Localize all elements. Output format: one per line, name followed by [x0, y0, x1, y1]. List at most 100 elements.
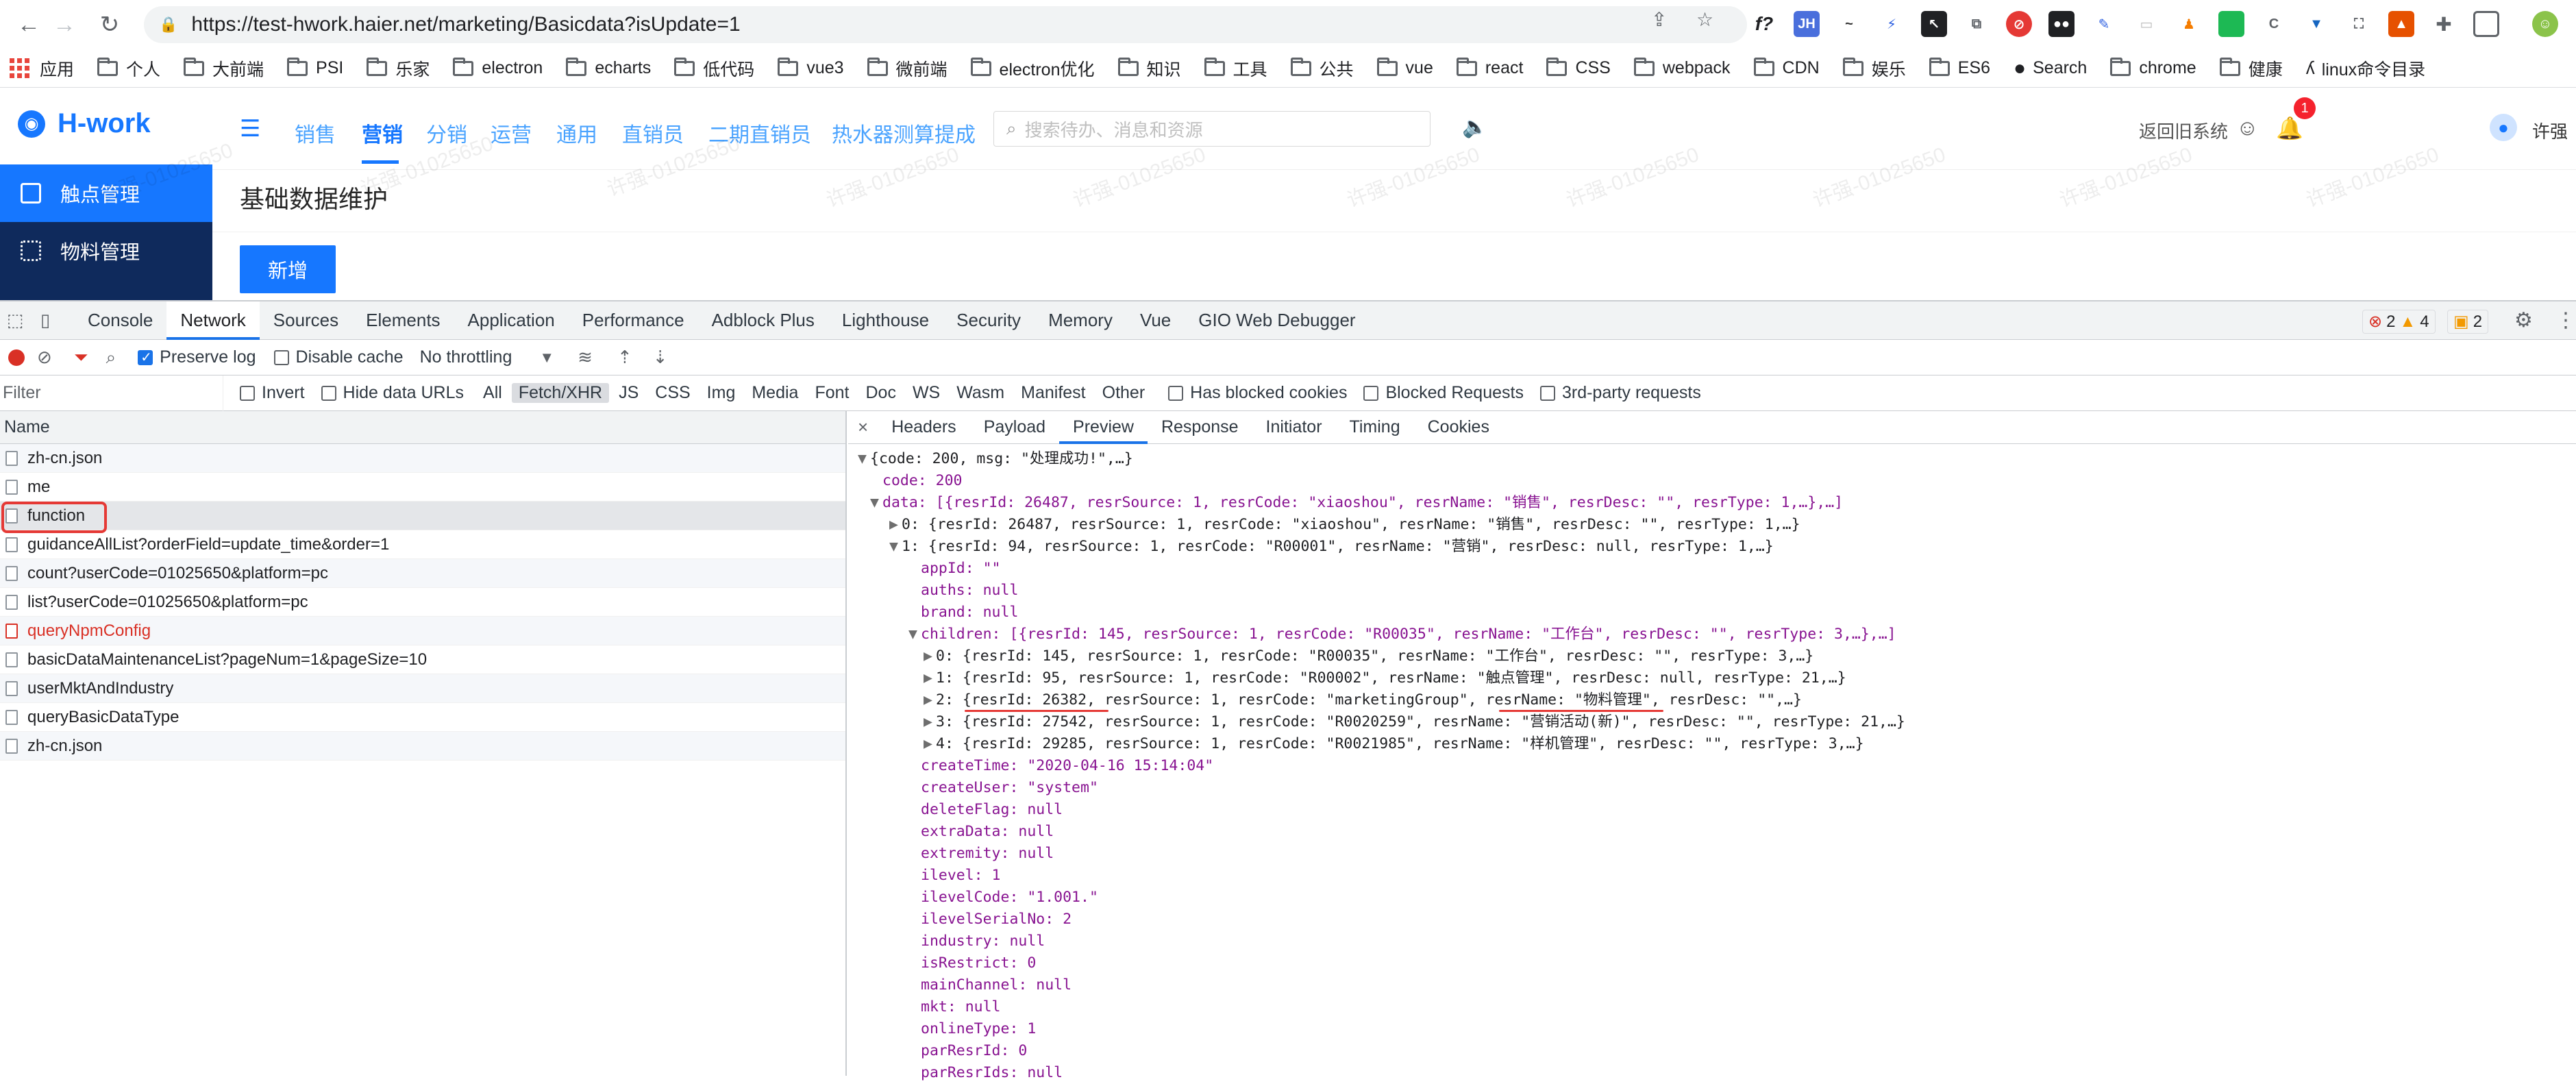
third-party-checkbox[interactable]: [1539, 385, 1555, 401]
name-column-header[interactable]: Name: [0, 411, 845, 444]
profile-avatar-icon[interactable]: ☺: [2532, 11, 2558, 37]
forward-icon[interactable]: →: [48, 8, 81, 41]
tab-payload[interactable]: Payload: [970, 411, 1059, 444]
expand-toggle-icon[interactable]: ▶: [924, 733, 936, 755]
expand-toggle-icon[interactable]: ▶: [924, 689, 936, 711]
filter-type-doc[interactable]: Doc: [858, 383, 902, 403]
tab-sources[interactable]: Sources: [260, 301, 352, 340]
more-menu-icon[interactable]: ⋮: [2555, 308, 2576, 332]
bookmark-folder[interactable]: 娱乐: [1842, 56, 1906, 81]
has-blocked-cookies-checkbox[interactable]: [1168, 385, 1184, 401]
bookmark-folder[interactable]: vue: [1376, 57, 1433, 78]
bookmark-link[interactable]: ʎ linux命令目录: [2306, 56, 2425, 81]
filter-type-img[interactable]: Img: [700, 383, 743, 403]
bookmark-star-icon[interactable]: ☆: [1696, 8, 1713, 31]
bell-icon[interactable]: 🔔: [2276, 115, 2303, 141]
app-logo[interactable]: ◉ H-work: [18, 108, 151, 139]
json-line[interactable]: ▼ {code: 200, msg: "处理成功!",…}: [848, 448, 2576, 470]
jh-extension-icon[interactable]: JH: [1794, 11, 1820, 37]
search-icon[interactable]: ⌕: [106, 347, 116, 369]
tab-security[interactable]: Security: [943, 301, 1035, 340]
monitor-extension-icon[interactable]: ▭: [2133, 11, 2159, 37]
nav-operations[interactable]: 运营: [491, 118, 532, 148]
tab-headers[interactable]: Headers: [878, 411, 970, 444]
sidepanel-icon[interactable]: [2473, 11, 2499, 37]
bookmark-folder[interactable]: 工具: [1204, 56, 1267, 81]
preserve-log-checkbox[interactable]: [138, 349, 153, 366]
cc-extension-icon[interactable]: C: [2261, 11, 2287, 37]
request-row[interactable]: zh-cn.json: [0, 444, 845, 473]
filter-type-wasm[interactable]: Wasm: [950, 383, 1011, 403]
tab-network[interactable]: Network: [166, 301, 260, 340]
filter-type-media[interactable]: Media: [745, 383, 805, 403]
person-extension-icon[interactable]: ♟: [2176, 11, 2202, 37]
bookmark-folder[interactable]: vue3: [778, 57, 844, 78]
request-row-error[interactable]: queryNpmConfig: [0, 617, 845, 645]
bookmark-folder[interactable]: react: [1456, 57, 1523, 78]
inspect-element-icon[interactable]: ⬚: [0, 310, 30, 331]
global-search-input[interactable]: ⌕ 搜索待办、消息和资源: [993, 111, 1431, 147]
network-conditions-icon[interactable]: ≋: [578, 347, 593, 368]
request-row[interactable]: userMktAndIndustry: [0, 674, 845, 703]
expand-toggle-icon[interactable]: ▶: [924, 667, 936, 689]
issues-badge[interactable]: ▣ 2: [2447, 310, 2489, 334]
vue-extension-icon[interactable]: ▼: [2303, 11, 2329, 37]
bookmark-folder[interactable]: electron优化: [970, 56, 1095, 81]
tab-preview[interactable]: Preview: [1059, 411, 1148, 444]
device-toolbar-icon[interactable]: ▯: [30, 310, 60, 331]
tab-lighthouse[interactable]: Lighthouse: [828, 301, 943, 340]
bookmark-folder[interactable]: chrome: [2110, 57, 2196, 78]
tab-application[interactable]: Application: [454, 301, 569, 340]
nav-sales[interactable]: 销售: [295, 118, 336, 148]
expand-toggle-icon[interactable]: ▼: [889, 536, 902, 558]
tab-adblock[interactable]: Adblock Plus: [698, 301, 828, 340]
json-line[interactable]: ▶ 1: {resrId: 95, resrSource: 1, resrCode…: [848, 667, 2576, 689]
speaker-icon[interactable]: 🔈: [1462, 115, 1487, 139]
bookmark-folder[interactable]: 知识: [1117, 56, 1181, 81]
request-row[interactable]: count?userCode=01025650&platform=pc: [0, 559, 845, 588]
back-icon[interactable]: ←: [12, 8, 45, 41]
bookmark-folder[interactable]: electron: [453, 57, 543, 78]
bookmark-folder[interactable]: 乐家: [367, 56, 430, 81]
filter-type-all[interactable]: All: [476, 383, 509, 403]
bookmark-link[interactable]: ● Search: [2014, 57, 2087, 80]
picker-extension-icon[interactable]: ✎: [2091, 11, 2117, 37]
filter-type-css[interactable]: CSS: [648, 383, 697, 403]
hide-data-urls-checkbox[interactable]: [321, 385, 336, 401]
share-icon[interactable]: ⇪: [1651, 8, 1667, 31]
crop-extension-icon[interactable]: ⧉: [1964, 11, 1990, 37]
tab-console[interactable]: Console: [74, 301, 166, 340]
tab-gio[interactable]: GIO Web Debugger: [1185, 301, 1369, 340]
tab-vue[interactable]: Vue: [1126, 301, 1185, 340]
expand-toggle-icon[interactable]: ▶: [924, 645, 936, 667]
request-row[interactable]: basicDataMaintenanceList?pageNum=1&pageS…: [0, 645, 845, 674]
filter-icon[interactable]: ⏷: [74, 347, 88, 369]
user-name[interactable]: 许强: [2532, 118, 2568, 143]
bookmark-folder[interactable]: 个人: [97, 56, 160, 81]
request-row[interactable]: list?userCode=01025650&platform=pc: [0, 588, 845, 617]
bookmark-folder[interactable]: PSI: [287, 57, 343, 78]
disable-cache-checkbox[interactable]: [273, 349, 289, 365]
expand-toggle-icon[interactable]: ▼: [908, 624, 921, 645]
filter-type-js[interactable]: JS: [612, 383, 645, 403]
chevron-down-icon[interactable]: ▼: [539, 349, 554, 367]
cursor-extension-icon[interactable]: ↖: [1921, 11, 1947, 37]
bolt-extension-icon[interactable]: ⚡: [1879, 11, 1905, 37]
add-button[interactable]: 新增: [240, 245, 336, 293]
record-icon[interactable]: [8, 349, 25, 366]
tab-memory[interactable]: Memory: [1035, 301, 1126, 340]
expand-toggle-icon[interactable]: ▶: [889, 514, 902, 536]
address-bar[interactable]: 🔒 https://test-hwork.haier.net/marketing…: [144, 6, 1747, 43]
capture-extension-icon[interactable]: ⛶: [2346, 11, 2372, 37]
fx-extension-icon[interactable]: f?: [1751, 11, 1777, 37]
expand-toggle-icon[interactable]: ▶: [924, 711, 936, 733]
clear-icon[interactable]: ⊘: [37, 347, 52, 368]
expand-toggle-icon[interactable]: ▼: [870, 492, 882, 514]
request-row[interactable]: guidanceAllList?orderField=update_time&o…: [0, 530, 845, 559]
green-extension-icon[interactable]: [2218, 11, 2244, 37]
invert-checkbox[interactable]: [240, 385, 255, 401]
request-row-selected[interactable]: function: [0, 502, 845, 530]
issue-counter[interactable]: ⊗ 2 ▲ 4: [2362, 310, 2436, 334]
bookmark-folder[interactable]: 健康: [2219, 56, 2283, 81]
json-line[interactable]: ▶ 3: {resrId: 27542, resrSource: 1, resrC…: [848, 711, 2576, 733]
